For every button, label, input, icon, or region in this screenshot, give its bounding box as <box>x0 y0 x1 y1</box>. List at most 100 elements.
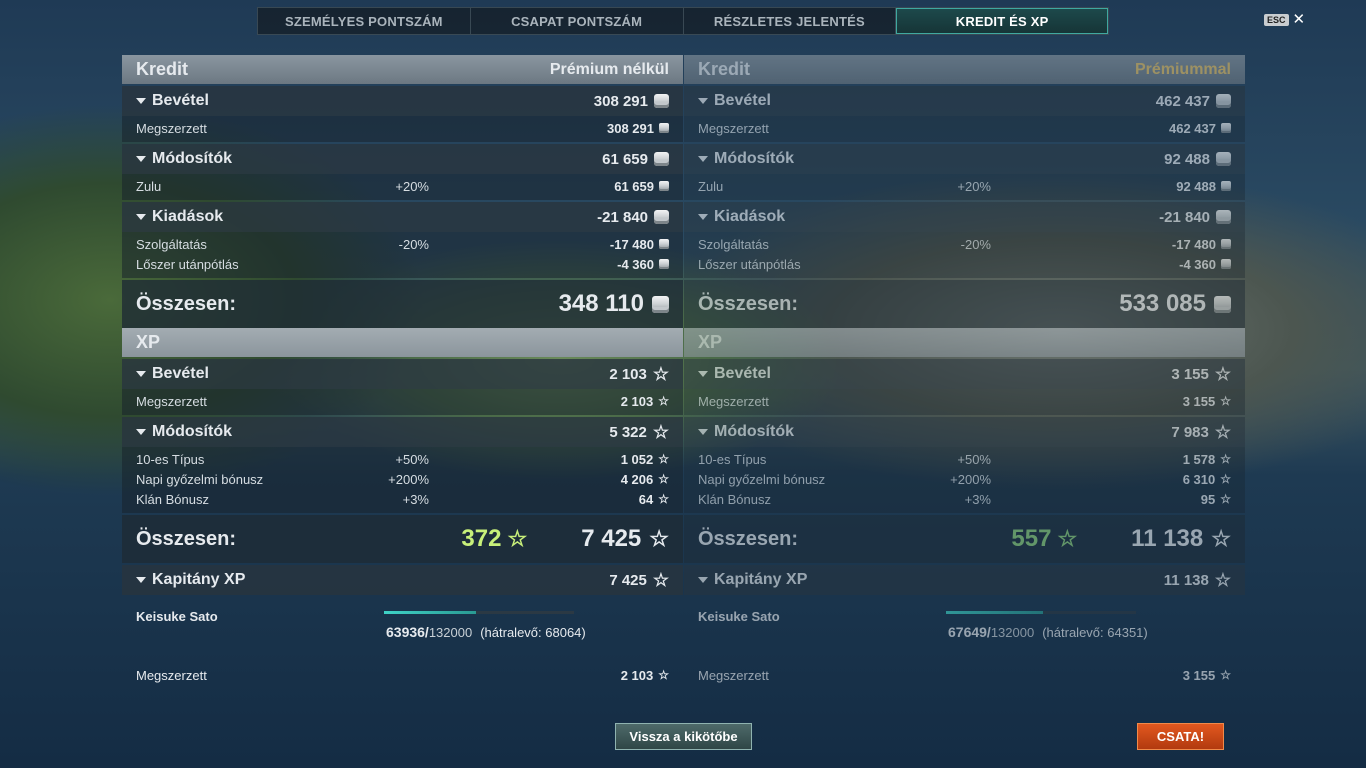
earned-label: Megszerzett <box>136 667 207 683</box>
tab-credit-xp[interactable]: KREDIT ÉS XP <box>896 8 1108 34</box>
xp-star-icon: ☆ <box>652 570 669 590</box>
section-header-kiadasok[interactable]: Kiadások -21 840 <box>684 202 1245 232</box>
row-label: Megszerzett <box>698 120 769 136</box>
credit-icon <box>1216 94 1231 108</box>
captain-xp-remaining: (hátralevő: 64351) <box>1042 625 1148 640</box>
section-rows: Megszerzett 308 291 <box>122 116 683 142</box>
section-value: -21 840 <box>597 209 669 226</box>
xp-star-icon: ☆ <box>658 668 669 682</box>
chevron-down-icon <box>698 98 708 104</box>
free-xp-amount: 557 <box>1011 525 1052 552</box>
section-rows: Szolgáltatás -20% -17 480 Lőszer utánpótlás… <box>122 232 683 278</box>
section-toggle[interactable]: Módosítók <box>136 423 232 441</box>
chevron-down-icon <box>136 156 146 162</box>
section-toggle[interactable]: Módosítók <box>698 423 794 441</box>
section-value: 462 437 <box>1156 93 1231 110</box>
row-value: 1 052 ☆ <box>579 452 669 467</box>
captain-xp-panel: Keisuke Sato 67649/132000 (hátralevő: 6435… <box>684 595 1245 665</box>
captain-earned-row: Megszerzett 3 155 ☆ <box>684 665 1245 685</box>
section-header-bevetel[interactable]: Bevétel 462 437 <box>684 86 1245 116</box>
xp-title: XP <box>136 332 161 352</box>
xp-header: XP <box>122 328 683 357</box>
section-header-bevetel[interactable]: Bevétel 308 291 <box>122 86 683 116</box>
tab-personal-score[interactable]: SZEMÉLYES PONTSZÁM <box>258 8 471 34</box>
section-amount: 7 425 <box>609 571 647 589</box>
section-toggle[interactable]: Kapitány XP <box>136 571 245 589</box>
section-header-xp_bevetel[interactable]: Bevétel 2 103 ☆ <box>122 359 683 389</box>
section-header-kiadasok[interactable]: Kiadások -21 840 <box>122 202 683 232</box>
row-modifier: -20% <box>960 236 991 252</box>
section-label: Módosítók <box>152 150 232 167</box>
section-header-xp_modositok[interactable]: Módosítók 7 983 ☆ <box>684 417 1245 447</box>
list-item: Lőszer utánpótlás -4 360 <box>698 254 1231 274</box>
total-xp-amount: 7 425 <box>581 525 642 552</box>
total-values: 557 ☆ 11 138 ☆ <box>1011 525 1231 553</box>
section-toggle[interactable]: Módosítók <box>698 150 794 168</box>
captain-progress-text: 63936/132000 (hátralevő: 68064) <box>386 624 586 640</box>
list-item: Szolgáltatás -20% -17 480 <box>136 234 669 254</box>
section-header-kapitany[interactable]: Kapitány XP 11 138 ☆ <box>684 565 1245 595</box>
list-item: Megszerzett 308 291 <box>136 118 669 138</box>
row-label: Klán Bónusz <box>698 491 771 507</box>
row-label: Megszerzett <box>698 393 769 409</box>
total-value: 348 110 <box>559 290 669 318</box>
section-amount: 5 322 <box>609 423 647 441</box>
close-button[interactable]: ESC ✕ <box>1264 12 1305 27</box>
row-value: -17 480 <box>579 237 669 252</box>
row-value: -4 360 <box>1141 257 1231 272</box>
credit-header: Kredit Prémium nélkül <box>122 55 683 84</box>
section-label: Módosítók <box>714 423 794 440</box>
xp-star-icon: ☆ <box>1057 526 1078 551</box>
row-amount: -17 480 <box>1171 236 1216 252</box>
chevron-down-icon <box>136 214 146 220</box>
section-toggle[interactable]: Bevétel <box>136 92 209 110</box>
section-toggle[interactable]: Kapitány XP <box>698 571 807 589</box>
xp-total: Összesen: 557 ☆ 11 138 ☆ <box>684 515 1245 563</box>
credit-icon <box>1221 239 1231 249</box>
section-toggle[interactable]: Bevétel <box>698 365 771 383</box>
credit-icon <box>654 94 669 108</box>
column-with-premium: Kredit Prémiummal Bevétel 462 437 Megszerzet… <box>684 55 1245 700</box>
section-header-modositok[interactable]: Módosítók 61 659 <box>122 144 683 174</box>
captain-progress-bar <box>384 611 574 614</box>
section-rows: Megszerzett 3 155 ☆ <box>684 389 1245 415</box>
list-item: Klán Bónusz +3% 95 ☆ <box>698 489 1231 509</box>
section-header-modositok[interactable]: Módosítók 92 488 <box>684 144 1245 174</box>
battle-button[interactable]: CSATA! <box>1137 723 1224 750</box>
credit-title: Kredit <box>136 59 189 79</box>
section-toggle[interactable]: Bevétel <box>136 365 209 383</box>
section-amount: 7 983 <box>1171 423 1209 441</box>
row-modifier: -20% <box>398 236 429 252</box>
section-value: 7 983 ☆ <box>1171 423 1231 441</box>
section-toggle[interactable]: Kiadások <box>136 208 223 226</box>
xp-star-icon: ☆ <box>652 364 669 384</box>
section-header-xp_modositok[interactable]: Módosítók 5 322 ☆ <box>122 417 683 447</box>
captain-xp-remaining: (hátralevő: 68064) <box>480 625 586 640</box>
section-header-xp_bevetel[interactable]: Bevétel 3 155 ☆ <box>684 359 1245 389</box>
section-toggle[interactable]: Módosítók <box>136 150 232 168</box>
row-amount: 308 291 <box>607 120 654 136</box>
total-label: Összesen: <box>136 527 237 550</box>
section-value: 7 425 ☆ <box>609 570 669 590</box>
captain-xp-max: 132000 <box>428 625 473 640</box>
credit-icon <box>659 123 669 133</box>
section-label: Kiadások <box>152 208 224 225</box>
tab-team-score[interactable]: CSAPAT PONTSZÁM <box>471 8 684 34</box>
section-header-kapitany[interactable]: Kapitány XP 7 425 ☆ <box>122 565 683 595</box>
section-rows: Zulu +20% 61 659 <box>122 174 683 200</box>
back-to-port-button[interactable]: Vissza a kikötőbe <box>615 723 752 750</box>
section-toggle[interactable]: Bevétel <box>698 92 771 110</box>
section-toggle[interactable]: Kiadások <box>698 208 785 226</box>
chevron-down-icon <box>136 371 146 377</box>
tab-detailed-report[interactable]: RÉSZLETES JELENTÉS <box>684 8 897 34</box>
credit-icon <box>1216 152 1231 166</box>
row-label: Megszerzett <box>136 393 207 409</box>
section-amount: 11 138 <box>1163 571 1209 589</box>
free-xp: 557 ☆ <box>1011 525 1077 553</box>
earned-value: 2 103 ☆ <box>621 668 669 683</box>
list-item: 10-es Típus +50% 1 052 ☆ <box>136 449 669 469</box>
section-rows: Megszerzett 2 103 ☆ <box>122 389 683 415</box>
list-item: Megszerzett 3 155 ☆ <box>698 391 1231 411</box>
section-value: 61 659 <box>602 151 669 168</box>
row-modifier: +3% <box>402 491 429 507</box>
